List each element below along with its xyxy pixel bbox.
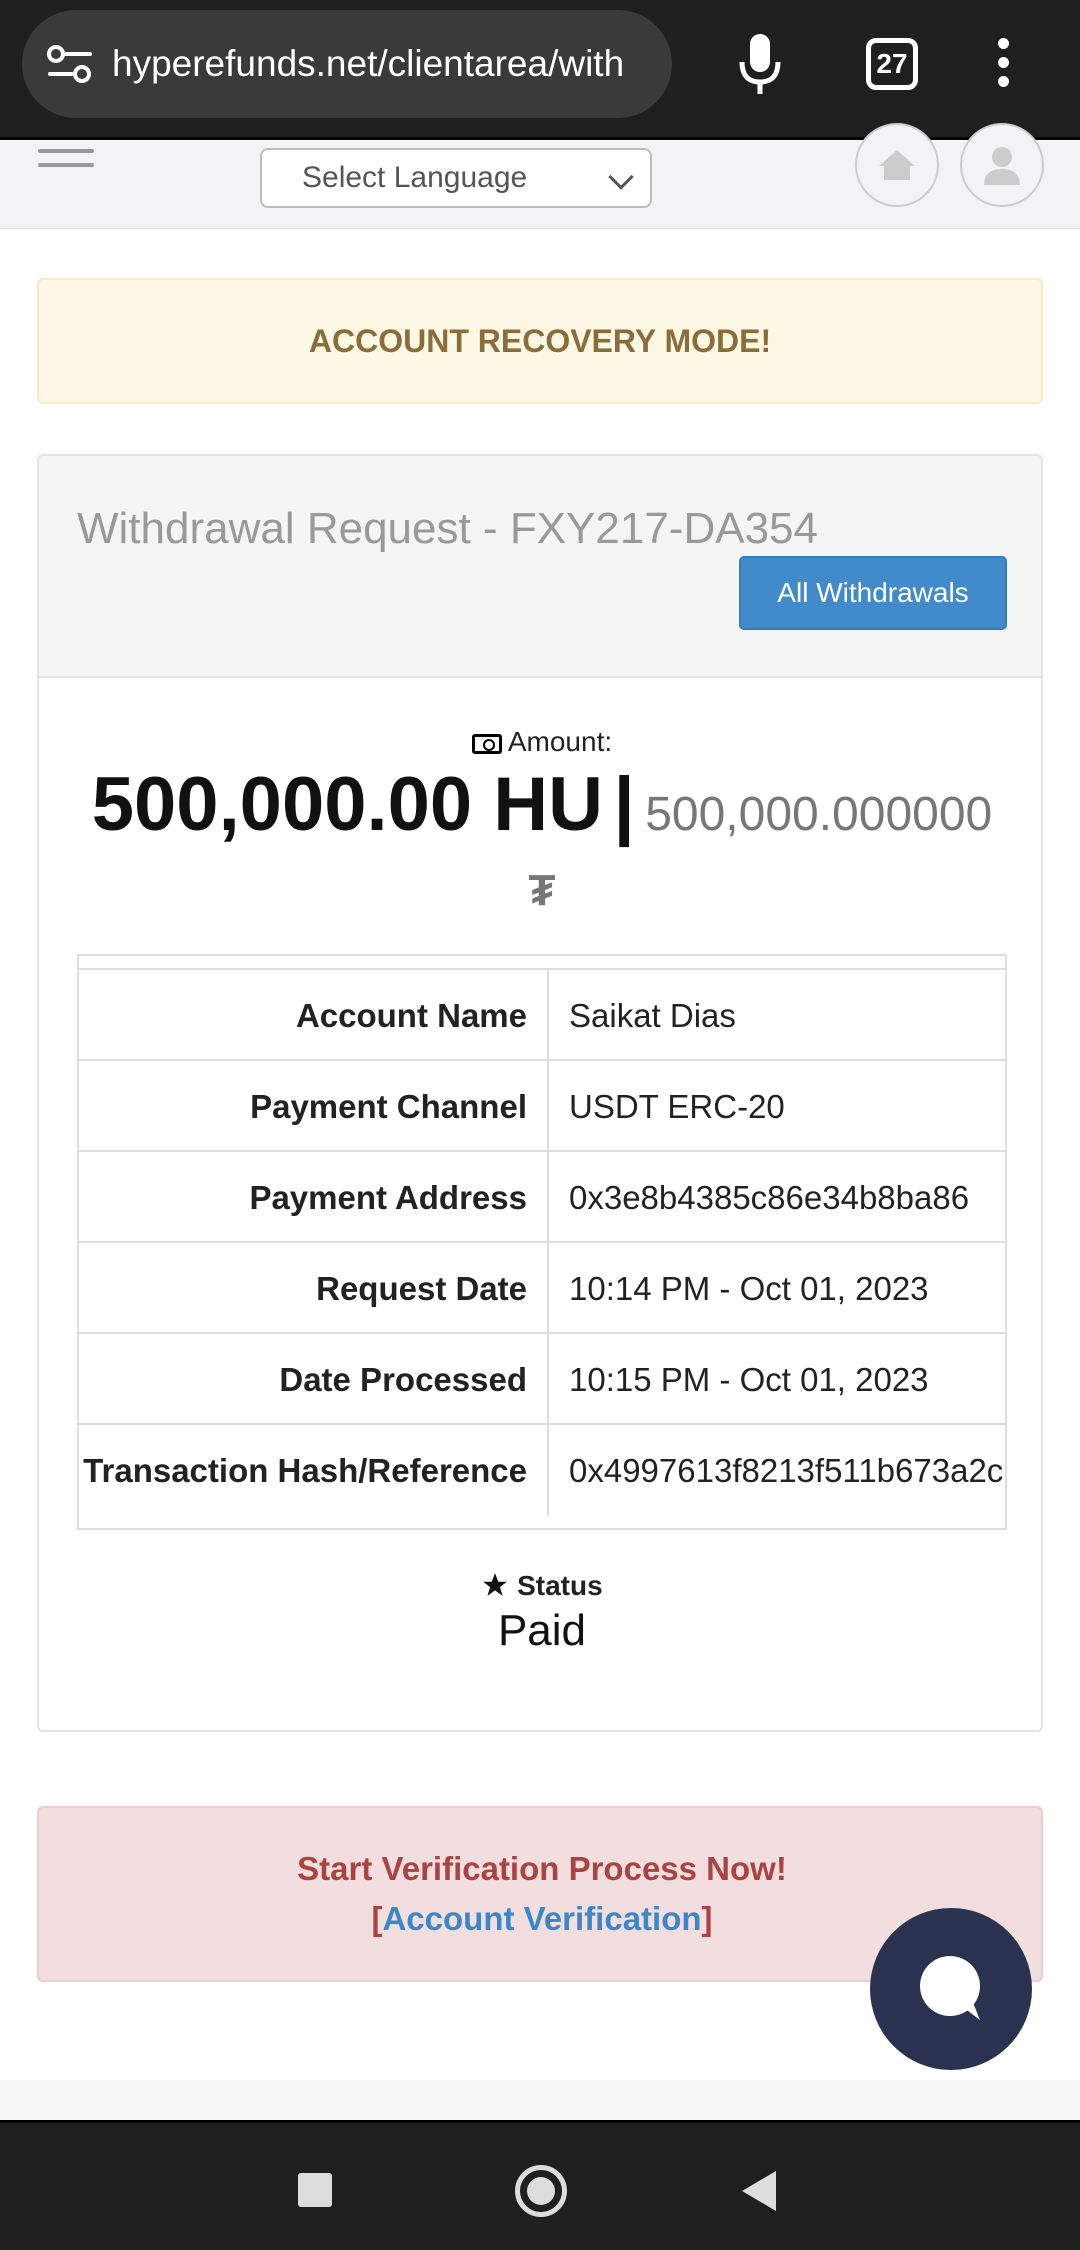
- user-profile-button[interactable]: [960, 123, 1044, 207]
- tab-switcher-button[interactable]: 27: [866, 38, 918, 90]
- address-bar[interactable]: hyperefunds.net/clientarea/with: [22, 10, 672, 118]
- amount-label: Amount:: [39, 726, 1041, 758]
- url-text[interactable]: hyperefunds.net/clientarea/with: [112, 43, 652, 85]
- main-content: ACCOUNT RECOVERY MODE! Withdrawal Reques…: [0, 230, 1080, 2080]
- hamburger-menu-icon[interactable]: [38, 149, 94, 177]
- row-value: Saikat Dias: [569, 996, 736, 1034]
- bracket-close: ]: [701, 1900, 713, 1937]
- row-value: 10:15 PM - Oct 01, 2023: [569, 1360, 929, 1398]
- bracket-open: [: [371, 1900, 383, 1937]
- row-key: Request Date: [316, 1269, 527, 1307]
- amount-crypto: 500,000.000000: [645, 788, 993, 841]
- row-value: 10:14 PM - Oct 01, 2023: [569, 1269, 929, 1307]
- system-nav-bar: [0, 2120, 1080, 2250]
- table-row: Payment Address 0x3e8b4385c86e34b8ba86: [79, 1152, 1005, 1243]
- table-row: Account Name Saikat Dias: [79, 970, 1005, 1061]
- home-icon: [879, 150, 915, 180]
- row-key: Account Name: [295, 996, 527, 1034]
- language-select[interactable]: Select Language: [260, 148, 652, 208]
- amount-label-text: Amount:: [507, 726, 613, 757]
- recent-apps-icon[interactable]: [298, 2173, 332, 2207]
- table-row: Date Processed 10:15 PM - Oct 01, 2023: [79, 1334, 1005, 1425]
- back-icon[interactable]: [742, 2171, 776, 2211]
- row-value: 0x4997613f8213f511b673a2c: [569, 1451, 1004, 1489]
- table-row: Request Date 10:14 PM - Oct 01, 2023: [79, 1243, 1005, 1334]
- star-icon: [483, 1573, 508, 1596]
- tether-symbol: ₮: [528, 866, 556, 915]
- amount-main: 500,000.00 HU: [91, 762, 604, 847]
- page-title: Withdrawal Request - FXY217-DA354: [77, 504, 818, 553]
- row-value: USDT ERC-20: [569, 1087, 785, 1125]
- amount-value: 500,000.00 HU | 500,000.000000: [39, 761, 1041, 848]
- site-settings-icon[interactable]: [40, 34, 100, 94]
- details-table[interactable]: Account Name Saikat Dias Payment Channel…: [77, 954, 1007, 1530]
- status-label: Status: [39, 1570, 1041, 1602]
- amount-separator: |: [613, 762, 635, 847]
- verification-title: Start Verification Process Now!: [297, 1850, 787, 1887]
- account-verification-link[interactable]: Account Verification: [382, 1900, 701, 1937]
- table-row: Transaction Hash/Reference 0x4997613f821…: [79, 1425, 1005, 1516]
- language-select-label: Select Language: [302, 161, 528, 194]
- chat-bubble-icon: [920, 1956, 980, 2020]
- status-label-text: Status: [517, 1570, 603, 1601]
- user-icon: [984, 147, 1020, 185]
- browser-toolbar: hyperefunds.net/clientarea/with 27: [0, 0, 1080, 140]
- money-icon: [471, 733, 502, 754]
- row-key: Date Processed: [279, 1360, 527, 1398]
- all-withdrawals-button[interactable]: All Withdrawals: [739, 556, 1007, 630]
- row-key: Payment Address: [249, 1178, 527, 1216]
- status-value: Paid: [497, 1606, 587, 1655]
- withdrawal-panel: Withdrawal Request - FXY217-DA354 All Wi…: [37, 454, 1043, 1732]
- chevron-down-icon: [608, 164, 634, 190]
- row-key: Transaction Hash/Reference: [83, 1451, 527, 1489]
- site-header: Select Language: [0, 123, 1080, 229]
- recovery-mode-alert: ACCOUNT RECOVERY MODE!: [37, 278, 1043, 404]
- row-value: 0x3e8b4385c86e34b8ba86: [569, 1178, 970, 1216]
- panel-heading: Withdrawal Request - FXY217-DA354 All Wi…: [39, 456, 1041, 678]
- chat-button[interactable]: [870, 1908, 1032, 2070]
- home-button[interactable]: [855, 123, 939, 207]
- microphone-icon[interactable]: [730, 30, 790, 100]
- home-circle-icon[interactable]: [515, 2165, 567, 2217]
- table-row: Payment Channel USDT ERC-20: [79, 1061, 1005, 1152]
- more-options-icon[interactable]: [990, 38, 1016, 94]
- row-key: Payment Channel: [250, 1087, 527, 1125]
